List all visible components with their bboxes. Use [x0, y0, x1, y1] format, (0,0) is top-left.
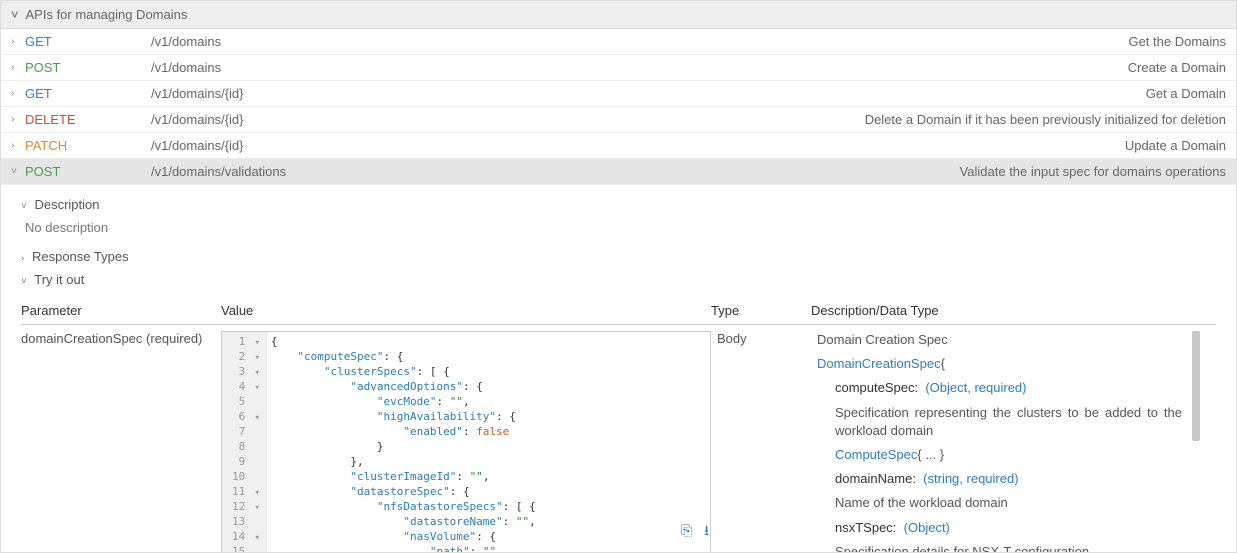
section-title: APIs for managing Domains	[26, 7, 188, 22]
chevron-icon: ›	[11, 62, 21, 73]
api-endpoint-row[interactable]: ›GET/v1/domains/{id}Get a Domain	[1, 81, 1236, 107]
chevron-icon: ›	[11, 140, 21, 151]
chevron-icon: ˅	[11, 166, 21, 177]
api-description: Get a Domain	[851, 86, 1226, 101]
api-endpoint-row[interactable]: ›POST/v1/domainsCreate a Domain	[1, 55, 1236, 81]
chevron-down-icon: ˅	[21, 276, 27, 287]
datatype-field: nsxTSpec: (Object)	[835, 519, 1182, 537]
param-name: domainCreationSpec (required)	[21, 331, 221, 346]
api-list: ›GET/v1/domainsGet the Domains›POST/v1/d…	[1, 29, 1236, 185]
chevron-down-icon: ˅	[21, 201, 27, 212]
http-method: PATCH	[21, 138, 151, 153]
datatype-field: computeSpec: (Object, required)	[835, 379, 1182, 397]
chevron-down-icon: ˅	[11, 7, 19, 22]
param-type: Body	[711, 331, 811, 346]
footer-actions: ⎘ ⭳	[681, 520, 717, 544]
description-toggle[interactable]: ˅ Description	[21, 193, 1216, 216]
datatype-field-desc: Name of the workload domain	[835, 494, 1182, 512]
col-description-datatype: Description/Data Type	[811, 303, 1216, 318]
http-method: GET	[21, 34, 151, 49]
datatype-field-desc: Specification details for NSX-T configur…	[835, 543, 1182, 553]
param-row: domainCreationSpec (required) 1 ▾2 ▾3 ▾4…	[21, 325, 1216, 553]
datatype-root-link[interactable]: DomainCreationSpec	[817, 356, 941, 371]
api-description: Create a Domain	[851, 60, 1226, 75]
line-gutter: 1 ▾2 ▾3 ▾4 ▾5 6 ▾7 8 9 10 11 ▾12 ▾13 14 …	[222, 332, 267, 553]
scrollbar-thumb[interactable]	[1192, 331, 1200, 441]
no-description-text: No description	[21, 216, 1216, 245]
api-endpoint-row[interactable]: ›PATCH/v1/domains/{id}Update a Domain	[1, 133, 1236, 159]
api-path: /v1/domains/{id}	[151, 86, 851, 101]
api-endpoint-row[interactable]: ›GET/v1/domainsGet the Domains	[1, 29, 1236, 55]
col-parameter: Parameter	[21, 303, 221, 318]
api-description: Update a Domain	[851, 138, 1226, 153]
download-icon[interactable]: ⭳	[704, 522, 709, 538]
col-value: Value	[221, 303, 711, 318]
http-method: POST	[21, 60, 151, 75]
http-method: POST	[21, 164, 151, 179]
col-type: Type	[711, 303, 811, 318]
api-description: Delete a Domain if it has been previousl…	[851, 112, 1226, 127]
api-path: /v1/domains/{id}	[151, 138, 851, 153]
section-header[interactable]: ˅ APIs for managing Domains	[1, 1, 1236, 29]
datatype-child-link[interactable]: ComputeSpec{ ... }	[835, 446, 1182, 464]
response-types-toggle[interactable]: › Response Types	[21, 245, 1216, 268]
copy-icon[interactable]: ⎘	[681, 522, 692, 538]
api-endpoint-row[interactable]: ›DELETE/v1/domains/{id}Delete a Domain i…	[1, 107, 1236, 133]
api-path: /v1/domains/validations	[151, 164, 851, 179]
datatype-scroll[interactable]: Domain Creation Spec DomainCreationSpec{…	[817, 331, 1186, 553]
api-path: /v1/domains	[151, 60, 851, 75]
chevron-icon: ›	[11, 88, 21, 99]
api-detail: ˅ Description No description › Response …	[1, 185, 1236, 553]
try-it-out-toggle[interactable]: ˅ Try it out	[21, 268, 1216, 291]
value-editor-wrap: 1 ▾2 ▾3 ▾4 ▾5 6 ▾7 8 9 10 11 ▾12 ▾13 14 …	[221, 331, 711, 553]
json-editor[interactable]: 1 ▾2 ▾3 ▾4 ▾5 6 ▾7 8 9 10 11 ▾12 ▾13 14 …	[221, 331, 711, 553]
api-path: /v1/domains/{id}	[151, 112, 851, 127]
chevron-icon: ›	[11, 114, 21, 125]
api-description: Get the Domains	[851, 34, 1226, 49]
http-method: GET	[21, 86, 151, 101]
chevron-icon: ›	[11, 36, 21, 47]
datatype-title: Domain Creation Spec	[817, 331, 1182, 349]
http-method: DELETE	[21, 112, 151, 127]
code-area[interactable]: { "computeSpec": { "clusterSpecs": [ { "…	[267, 332, 710, 553]
api-path: /v1/domains	[151, 34, 851, 49]
datatype-field: domainName: (string, required)	[835, 470, 1182, 488]
datatype-column: Domain Creation Spec DomainCreationSpec{…	[811, 331, 1216, 553]
datatype-field-desc: Specification representing the clusters …	[835, 404, 1182, 440]
datatype-scrollbar[interactable]	[1190, 331, 1200, 553]
api-explorer-panel: ˅ APIs for managing Domains ›GET/v1/doma…	[0, 0, 1237, 553]
param-table-header: Parameter Value Type Description/Data Ty…	[21, 297, 1216, 325]
api-endpoint-row[interactable]: ˅POST/v1/domains/validationsValidate the…	[1, 159, 1236, 185]
chevron-right-icon: ›	[21, 253, 24, 264]
api-description: Validate the input spec for domains oper…	[851, 164, 1226, 179]
